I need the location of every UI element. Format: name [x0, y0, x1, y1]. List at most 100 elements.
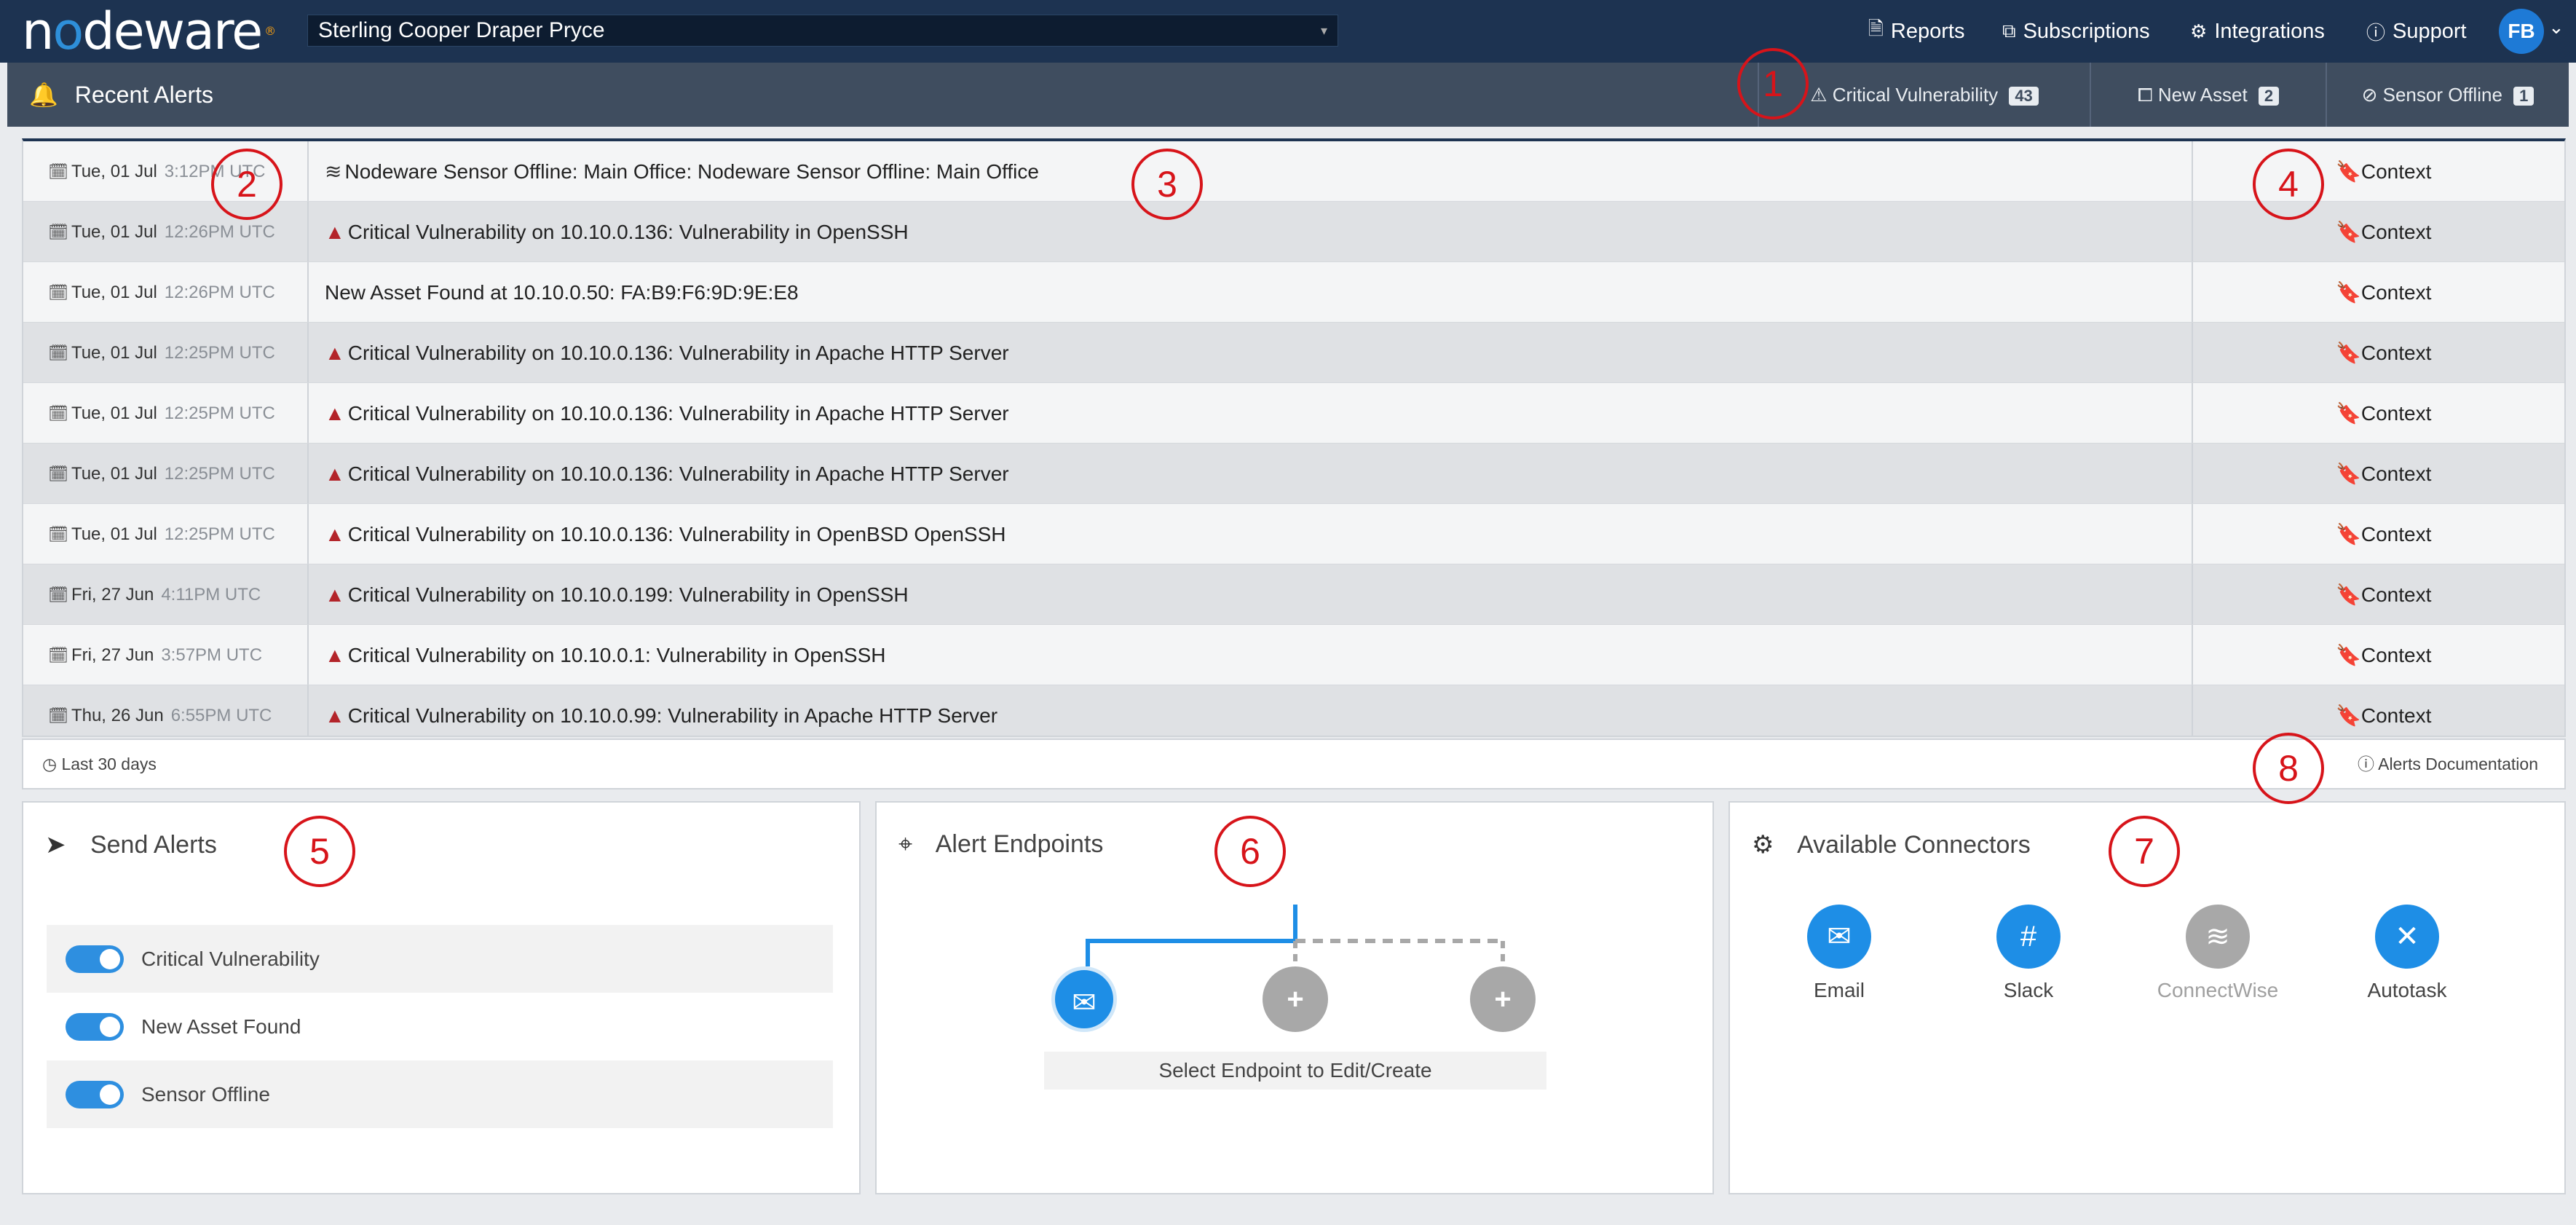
- connector-label: Email: [1813, 979, 1865, 1001]
- recent-alerts-title: 🔔 Recent Alerts: [29, 63, 213, 127]
- alert-message-cell[interactable]: ▲ Critical Vulnerability on 10.10.0.99: V…: [309, 685, 2193, 736]
- critical-vulnerability-toggle[interactable]: [66, 945, 124, 973]
- context-button[interactable]: 🔖Context: [2193, 262, 2564, 322]
- context-button[interactable]: 🔖Context: [2193, 685, 2564, 736]
- alert-date: Fri, 27 Jun: [71, 645, 154, 665]
- chevron-down-icon[interactable]: ⌄: [2548, 16, 2564, 39]
- send-alerts-panel: ➤ Send Alerts Critical Vulnerability New…: [22, 801, 861, 1194]
- slack-icon: #: [1996, 905, 2061, 969]
- alerts-documentation-label: Alerts Documentation: [2378, 755, 2538, 773]
- organization-select[interactable]: Sterling Cooper Draper Pryce ▾: [307, 15, 1338, 47]
- calendar-icon: 🗓: [48, 223, 68, 241]
- alert-message-cell[interactable]: ▲ Critical Vulnerability on 10.10.0.136: …: [309, 202, 2193, 261]
- toggle-label: Sensor Offline: [141, 1083, 270, 1106]
- alert-message-cell[interactable]: ▲ Critical Vulnerability on 10.10.0.136: …: [309, 444, 2193, 503]
- alert-time: 12:26PM UTC: [164, 222, 275, 242]
- warning-icon: ▲: [325, 523, 345, 545]
- calendar-icon: 🗓: [48, 404, 68, 422]
- email-endpoint-button[interactable]: ✉: [1051, 966, 1117, 1032]
- endpoint-caption: Select Endpoint to Edit/Create: [1044, 1052, 1546, 1090]
- alert-message-cell[interactable]: ▲ Critical Vulnerability on 10.10.0.1: Vu…: [309, 625, 2193, 685]
- alert-date-cell: 🗓 Fri, 27 Jun 3:57PM UTC: [23, 625, 309, 685]
- gears-icon: ⚙: [2190, 20, 2208, 42]
- alert-message-cell[interactable]: ▲ Critical Vulnerability on 10.10.0.136: …: [309, 383, 2193, 443]
- calendar-icon: 🗓: [48, 586, 68, 604]
- alert-row[interactable]: 🗓 Tue, 01 Jul 12:25PM UTC ▲ Critical Vulnera…: [23, 504, 2564, 564]
- calendar-icon: 🗓: [48, 646, 68, 664]
- nodeware-logo[interactable]: nodeware ®: [22, 6, 276, 57]
- bookmark-icon: 🔖: [2336, 462, 2361, 485]
- alert-row[interactable]: 🗓 Tue, 01 Jul 12:25PM UTC ▲ Critical Vulnera…: [23, 323, 2564, 383]
- filter-critical-vulnerability[interactable]: ⚠ Critical Vulnerability 43: [1758, 63, 2090, 127]
- filter-count-badge: 43: [2009, 87, 2039, 106]
- warning-icon: ▲: [325, 644, 345, 666]
- nav-integrations[interactable]: ⚙ Integrations: [2190, 0, 2325, 63]
- annotation-marker: 6: [1214, 816, 1286, 887]
- filter-count-badge: 1: [2513, 87, 2534, 106]
- context-button[interactable]: 🔖Context: [2193, 323, 2564, 382]
- add-endpoint-button[interactable]: +: [1263, 966, 1328, 1032]
- annotation-marker: 7: [2109, 816, 2180, 887]
- alert-endpoints-panel: ⌖ Alert Endpoints ✉ + + Select Endpoint …: [875, 801, 1714, 1194]
- filter-new-asset[interactable]: ⧠ New Asset 2: [2090, 63, 2326, 127]
- alert-message: Critical Vulnerability on 10.10.0.1: Vul…: [347, 644, 886, 666]
- context-label: Context: [2360, 523, 2432, 545]
- connector-email[interactable]: ✉ Email: [1766, 905, 1912, 1002]
- calendar-icon: 🗓: [48, 465, 68, 483]
- annotation-marker: 5: [284, 816, 355, 887]
- alert-message-cell[interactable]: ▲ Critical Vulnerability on 10.10.0.136: …: [309, 323, 2193, 382]
- organization-select-value: Sterling Cooper Draper Pryce: [318, 18, 605, 42]
- alerts-table[interactable]: 🗓 Tue, 01 Jul 3:12PM UTC ≋ Nodeware Sensor O…: [22, 138, 2566, 737]
- alert-time: 12:25PM UTC: [164, 524, 275, 544]
- context-button[interactable]: 🔖Context: [2193, 625, 2564, 685]
- sensor-offline-toggle[interactable]: [66, 1081, 124, 1108]
- context-label: Context: [2360, 402, 2432, 425]
- alert-row[interactable]: 🗓 Tue, 01 Jul 12:25PM UTC ▲ Critical Vulnera…: [23, 383, 2564, 444]
- alert-message-cell[interactable]: ▲ Critical Vulnerability on 10.10.0.136: …: [309, 504, 2193, 564]
- context-button[interactable]: 🔖Context: [2193, 444, 2564, 503]
- context-label: Context: [2360, 160, 2432, 183]
- bookmark-icon: 🔖: [2336, 160, 2361, 183]
- alert-date-cell: 🗓 Tue, 01 Jul 12:25PM UTC: [23, 444, 309, 503]
- context-button[interactable]: 🔖Context: [2193, 564, 2564, 624]
- bookmark-icon: 🔖: [2336, 644, 2361, 666]
- alert-row[interactable]: 🗓 Tue, 01 Jul 12:26PM UTC ▲ Critical Vulnera…: [23, 202, 2564, 262]
- nav-integrations-label: Integrations: [2214, 19, 2325, 43]
- recent-alerts-bar: 🔔 Recent Alerts ⚠ Critical Vulnerability…: [7, 63, 2569, 127]
- alert-row[interactable]: 🗓 Fri, 27 Jun 3:57PM UTC ▲ Critical Vulnerab…: [23, 625, 2564, 685]
- alert-row[interactable]: 🗓 Tue, 01 Jul 3:12PM UTC ≋ Nodeware Sensor O…: [23, 141, 2564, 202]
- alert-row[interactable]: 🗓 Tue, 01 Jul 12:26PM UTC New Asset Found a…: [23, 262, 2564, 323]
- alert-row[interactable]: 🗓 Fri, 27 Jun 4:11PM UTC ▲ Critical Vulnerab…: [23, 564, 2564, 625]
- warning-icon: ⚠: [1810, 84, 1828, 106]
- warning-icon: ▲: [325, 221, 345, 243]
- connectwise-icon: ≋: [2186, 905, 2250, 969]
- devices-icon: ⧠: [2137, 84, 2153, 106]
- context-button[interactable]: 🔖Context: [2193, 383, 2564, 443]
- add-endpoint-button[interactable]: +: [1470, 966, 1536, 1032]
- filter-sensor-offline[interactable]: ⊘ Sensor Offline 1: [2326, 63, 2569, 127]
- context-button[interactable]: 🔖Context: [2193, 504, 2564, 564]
- calendar-icon: 🗓: [48, 344, 68, 362]
- annotation-marker: 4: [2253, 149, 2324, 220]
- alert-date-cell: 🗓 Thu, 26 Jun 6:55PM UTC: [23, 685, 309, 736]
- alert-message-cell[interactable]: New Asset Found at 10.10.0.50: FA:B9:F6:…: [309, 262, 2193, 322]
- alert-message-cell[interactable]: ≋ Nodeware Sensor Offline: Main Office: N…: [309, 141, 2193, 201]
- connector-autotask[interactable]: ✕ Autotask: [2334, 905, 2480, 1002]
- connector-slack[interactable]: # Slack: [1956, 905, 2101, 1002]
- avatar[interactable]: FB: [2499, 9, 2544, 54]
- context-label: Context: [2360, 462, 2432, 485]
- context-button[interactable]: 🔖Context: [2193, 202, 2564, 261]
- alert-row[interactable]: 🗓 Tue, 01 Jul 12:25PM UTC ▲ Critical Vulnera…: [23, 444, 2564, 504]
- new-asset-found-toggle[interactable]: [66, 1013, 124, 1041]
- context-button[interactable]: 🔖Context: [2193, 141, 2564, 201]
- bookmark-icon: 🔖: [2336, 583, 2361, 606]
- nav-subscriptions[interactable]: ⧉ Subscriptions: [2002, 0, 2150, 63]
- send-alerts-title: Send Alerts: [90, 831, 217, 859]
- gears-icon: ⚙: [1752, 831, 1774, 859]
- alert-row[interactable]: 🗓 Thu, 26 Jun 6:55PM UTC ▲ Critical Vulnerab…: [23, 685, 2564, 736]
- nav-support[interactable]: ⓘ Support: [2366, 0, 2467, 63]
- nav-reports[interactable]: 🗎 Reports: [1868, 0, 1964, 63]
- connector-connectwise[interactable]: ≋ ConnectWise: [2145, 905, 2291, 1002]
- alert-message-cell[interactable]: ▲ Critical Vulnerability on 10.10.0.199: …: [309, 564, 2193, 624]
- alerts-documentation-link[interactable]: ⓘ Alerts Documentation: [2358, 740, 2538, 788]
